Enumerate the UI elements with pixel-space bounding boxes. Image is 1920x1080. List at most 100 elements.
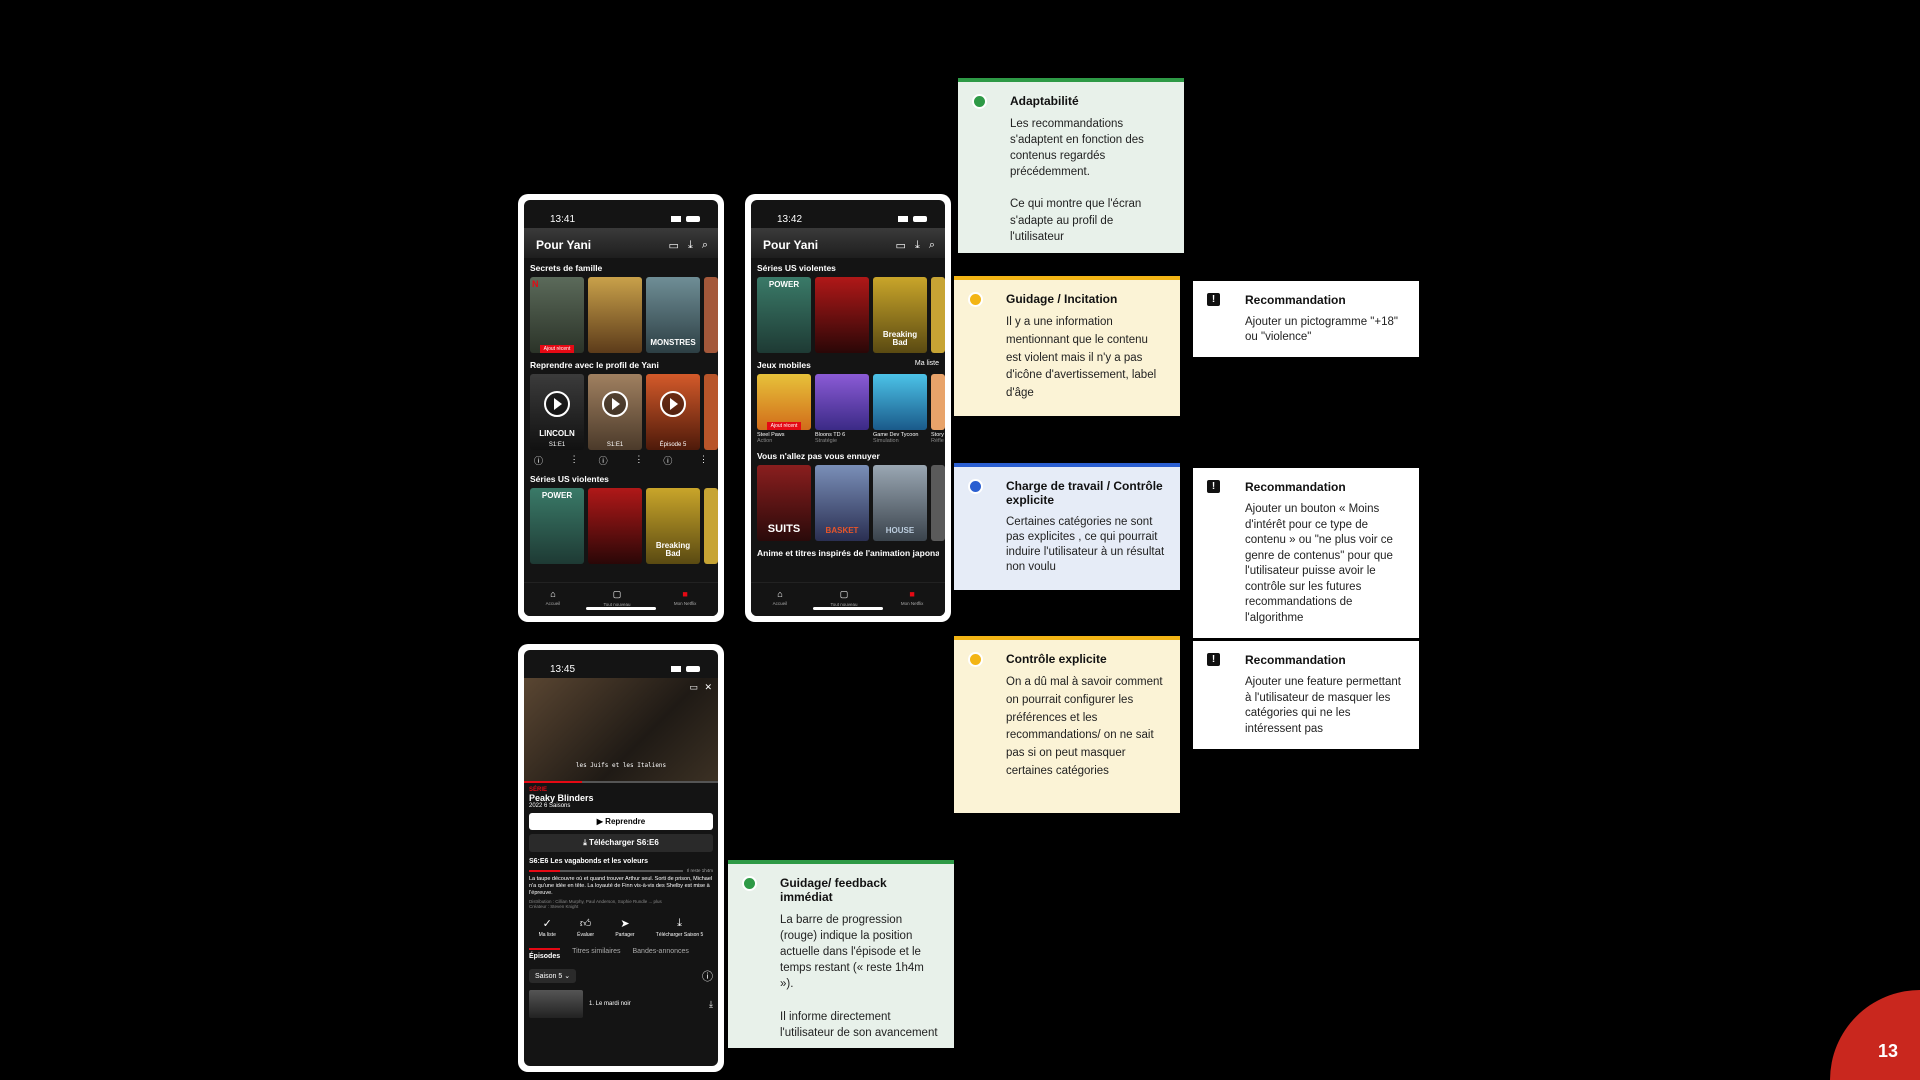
cast-icon[interactable]: ▭ bbox=[896, 239, 906, 252]
download-icon[interactable]: ⤓ bbox=[688, 239, 693, 252]
video-player[interactable]: ✕ ▭ les Juifs et les Italiens bbox=[524, 678, 718, 783]
video-progress-bar[interactable] bbox=[524, 781, 583, 783]
game-tile[interactable] bbox=[931, 374, 945, 430]
row-title: Vous n'allez pas vous ennuyer bbox=[757, 451, 880, 461]
search-icon[interactable]: ⌕ bbox=[929, 239, 935, 252]
poster[interactable]: POWER bbox=[757, 277, 811, 353]
alert-icon: ! bbox=[1207, 293, 1220, 306]
poster[interactable] bbox=[704, 374, 718, 450]
row-title: Secrets de famille bbox=[530, 263, 603, 273]
tab-similar[interactable]: Titres similaires bbox=[572, 948, 620, 960]
close-icon[interactable]: ✕ bbox=[704, 682, 712, 693]
info-controls[interactable]: ⓘ ⋮ bbox=[530, 452, 583, 467]
cast-icon[interactable]: ▭ bbox=[689, 682, 698, 693]
more-icon[interactable]: ⋮ bbox=[570, 454, 579, 467]
synopsis: La taupe découvre où et quand trouver Ar… bbox=[529, 876, 713, 897]
poster-title: HOUSE bbox=[885, 526, 915, 535]
profile-title: Pour Yani bbox=[536, 238, 592, 252]
info-icon[interactable]: ⓘ bbox=[702, 968, 713, 984]
season-selector[interactable]: Saison 5 ⌄ bbox=[529, 969, 577, 984]
poster[interactable] bbox=[588, 488, 642, 564]
poster[interactable] bbox=[815, 277, 869, 353]
poster[interactable]: Breaking Bad bbox=[873, 277, 927, 353]
tab-new[interactable]: ▢ Tout nouveau bbox=[830, 589, 857, 616]
tab-home[interactable]: ⌂ Accueil bbox=[773, 589, 788, 616]
poster[interactable]: SUITS bbox=[757, 465, 811, 541]
card-body: Ajouter un bouton « Moins d'intérêt pour… bbox=[1245, 503, 1393, 624]
rate-action[interactable]: 👍︎ Évaluer bbox=[577, 917, 594, 938]
download-button[interactable]: ⤓ Télécharger S6:E6 bbox=[529, 834, 713, 852]
poster[interactable]: MONSTRES bbox=[646, 277, 700, 353]
new-tag: Ajout récent bbox=[540, 345, 574, 353]
thumbs-up-icon: 👍︎ bbox=[579, 918, 592, 931]
info-controls[interactable]: ⓘ ⋮ bbox=[659, 452, 712, 467]
my-list-action[interactable]: ✓ Ma liste bbox=[539, 917, 556, 938]
poster[interactable]: BASKET bbox=[815, 465, 869, 541]
poster[interactable] bbox=[588, 277, 642, 353]
card-body: Il y a une information mentionnant que l… bbox=[1006, 316, 1157, 400]
more-icon[interactable]: ⋮ bbox=[634, 454, 643, 467]
action-row: ✓ Ma liste 👍︎ Évaluer ➤ Partager ⤓ Télécharg… bbox=[524, 911, 718, 944]
tab-my-netflix[interactable]: ■ Mon Netflix bbox=[674, 589, 697, 616]
resume-button[interactable]: ▶ Reprendre bbox=[529, 813, 713, 830]
info-icon[interactable]: ⓘ bbox=[534, 454, 543, 467]
episode-name[interactable]: 1. Le mardi noir bbox=[589, 1001, 703, 1007]
cast-icon[interactable]: ▭ bbox=[669, 239, 679, 252]
play-icon[interactable] bbox=[602, 391, 628, 418]
netflix-logo-icon: N bbox=[532, 279, 539, 289]
row-anime: Anime et titres inspirés de l'animation … bbox=[751, 543, 945, 564]
card-title: Recommandation bbox=[1245, 480, 1346, 494]
info-icon[interactable]: ⓘ bbox=[663, 454, 672, 467]
game-tile[interactable]: Ajout récent bbox=[757, 374, 811, 430]
poster[interactable] bbox=[704, 488, 718, 564]
poster[interactable] bbox=[931, 465, 945, 541]
search-icon[interactable]: ⌕ bbox=[702, 239, 708, 252]
my-list-link[interactable]: Ma liste bbox=[915, 360, 939, 370]
page-number: 13 bbox=[1877, 1041, 1898, 1061]
poster[interactable]: N Ajout récent bbox=[530, 277, 584, 353]
continue-poster[interactable]: Épisode 5 bbox=[646, 374, 700, 450]
info-icon[interactable]: ⓘ bbox=[599, 454, 608, 467]
tab-episodes[interactable]: Épisodes bbox=[529, 948, 561, 960]
status-icons bbox=[898, 216, 927, 222]
play-icon[interactable] bbox=[660, 391, 686, 418]
game-genre: Réfle bbox=[931, 438, 944, 444]
status-time: 13:42 bbox=[777, 213, 803, 225]
tab-trailers[interactable]: Bandes-annonces bbox=[632, 948, 688, 960]
card-title: Charge de travail / Contrôle explicite bbox=[1006, 479, 1163, 507]
card-recommandation-3: ! Recommandation Ajouter une feature per… bbox=[1193, 641, 1419, 749]
tab-new[interactable]: ▢ Tout nouveau bbox=[603, 589, 630, 616]
status-icons bbox=[671, 216, 700, 222]
poster[interactable]: HOUSE bbox=[873, 465, 927, 541]
status-icons bbox=[671, 666, 700, 672]
game-tile[interactable] bbox=[815, 374, 869, 430]
game-genre: Stratégie bbox=[815, 438, 838, 444]
play-icon[interactable] bbox=[544, 391, 570, 418]
poster[interactable] bbox=[704, 277, 718, 353]
tab-my-netflix[interactable]: ■ Mon Netflix bbox=[901, 589, 924, 616]
status-bar: 13:42 bbox=[751, 200, 945, 228]
continue-poster[interactable]: S1:E1 bbox=[588, 374, 642, 450]
download-icon[interactable]: ⤓ bbox=[915, 239, 920, 252]
download-season-action[interactable]: ⤓ Télécharger Saison 5 bbox=[656, 917, 704, 938]
share-action[interactable]: ➤ Partager bbox=[615, 917, 634, 938]
info-controls[interactable]: ⓘ ⋮ bbox=[595, 452, 648, 467]
poster[interactable]: POWER bbox=[530, 488, 584, 564]
download-icon[interactable]: ⤓ bbox=[709, 999, 713, 1010]
poster-title: Breaking Bad bbox=[882, 330, 918, 347]
episode-thumbnail[interactable] bbox=[529, 990, 583, 1019]
poster[interactable] bbox=[931, 277, 945, 353]
continue-poster[interactable]: LINCOLN S1:E1 bbox=[530, 374, 584, 450]
card-body: Ajouter une feature permettant à l'utili… bbox=[1245, 676, 1401, 735]
poster-title: SUITS bbox=[767, 523, 801, 535]
more-icon[interactable]: ⋮ bbox=[699, 454, 708, 467]
card-body: Certaines catégories ne sont pas explici… bbox=[1006, 516, 1165, 573]
poster[interactable]: Breaking Bad bbox=[646, 488, 700, 564]
episode-title: S6:E6 Les vagabonds et les voleurs bbox=[529, 858, 649, 865]
alert-icon: ! bbox=[1207, 480, 1220, 493]
card-feedback-immediat: Guidage/ feedback immédiat La barre de p… bbox=[728, 860, 954, 1048]
download-icon: ⤓ bbox=[677, 917, 682, 930]
show-meta: 2022 6 Saisons bbox=[529, 803, 571, 809]
tab-home[interactable]: ⌂ Accueil bbox=[546, 589, 561, 616]
game-tile[interactable] bbox=[873, 374, 927, 430]
